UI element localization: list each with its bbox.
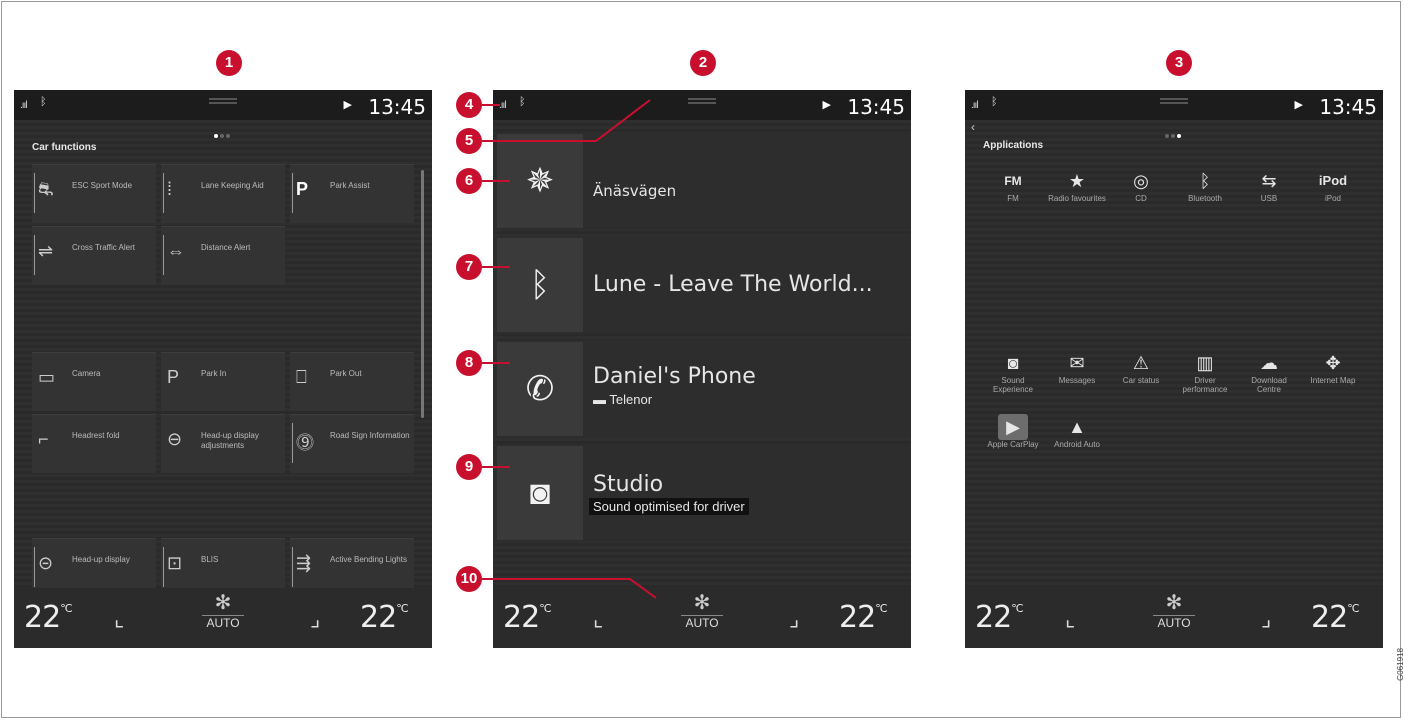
carplay-icon: ▶ [998, 414, 1028, 440]
app-internet-map[interactable]: ✥ Internet Map [1303, 344, 1363, 406]
play-icon: ▶ [1294, 99, 1303, 111]
driver-performance-icon: ▥ [1196, 353, 1214, 373]
climate-auto-button[interactable]: ✻ AUTO [1144, 592, 1204, 632]
temp-right[interactable]: 22°C [1311, 600, 1359, 635]
section-title: Applications [983, 140, 1044, 151]
radio-favourites-icon: ★ [1068, 171, 1086, 191]
speaker-icon: ◙ [1007, 353, 1019, 373]
app-ipod[interactable]: iPod iPod [1303, 162, 1363, 224]
status-bar: .ııl ᛒ ▶ 13:45 [965, 90, 1383, 120]
app-radio-favourites[interactable]: ★ Radio favourites [1047, 162, 1107, 224]
bluetooth-icon: ᛒ [1199, 171, 1211, 191]
screen-applications: .ııl ᛒ ▶ 13:45 ‹ Applications FM FM ★ Ra… [965, 90, 1383, 648]
app-messages[interactable]: ✉ Messages [1047, 344, 1107, 406]
android-auto-icon: ▲ [1068, 417, 1086, 437]
app-bluetooth[interactable]: ᛒ Bluetooth [1175, 162, 1235, 224]
app-car-status[interactable]: ⚠ Car status [1111, 344, 1171, 406]
app-usb[interactable]: ⇆ USB [1239, 162, 1299, 224]
climate-bar: 22°C ⌞ ✻ AUTO ⌟ 22°C [965, 588, 1383, 648]
document-id: G061918 [1396, 648, 1404, 681]
usb-icon: ⇆ [1261, 171, 1277, 191]
ipod-icon: iPod [1318, 173, 1348, 188]
app-sound-experience[interactable]: ◙ Sound Experience [983, 344, 1043, 406]
clock: 13:45 [1319, 95, 1377, 119]
app-android-auto[interactable]: ▲ Android Auto [1047, 408, 1107, 470]
messages-icon: ✉ [1069, 353, 1085, 373]
app-download-centre[interactable]: ☁ Download Centre [1239, 344, 1299, 406]
seat-heat-left-icon[interactable]: ⌞ [1065, 606, 1075, 632]
car-status-icon: ⚠ [1132, 353, 1150, 373]
signal-icon: .ııl [971, 100, 979, 111]
fan-icon: ✻ [1165, 592, 1183, 614]
cd-icon: ◎ [1133, 171, 1149, 191]
app-cd[interactable]: ◎ CD [1111, 162, 1171, 224]
bluetooth-icon: ᛒ [991, 96, 998, 108]
fm-icon: FM [1004, 174, 1022, 188]
seat-heat-right-icon[interactable]: ⌟ [1261, 606, 1271, 632]
temp-left[interactable]: 22°C [975, 600, 1023, 635]
download-centre-icon: ☁ [1260, 353, 1278, 373]
app-driver-performance[interactable]: ▥ Driver performance [1175, 344, 1235, 406]
internet-map-icon: ✥ [1325, 353, 1341, 373]
app-fm[interactable]: FM FM [983, 162, 1043, 224]
page-dots [1164, 125, 1184, 138]
drag-handle[interactable] [1160, 98, 1188, 104]
app-apple-carplay[interactable]: ▶ Apple CarPlay [983, 408, 1043, 470]
back-icon[interactable]: ‹ [971, 120, 975, 134]
